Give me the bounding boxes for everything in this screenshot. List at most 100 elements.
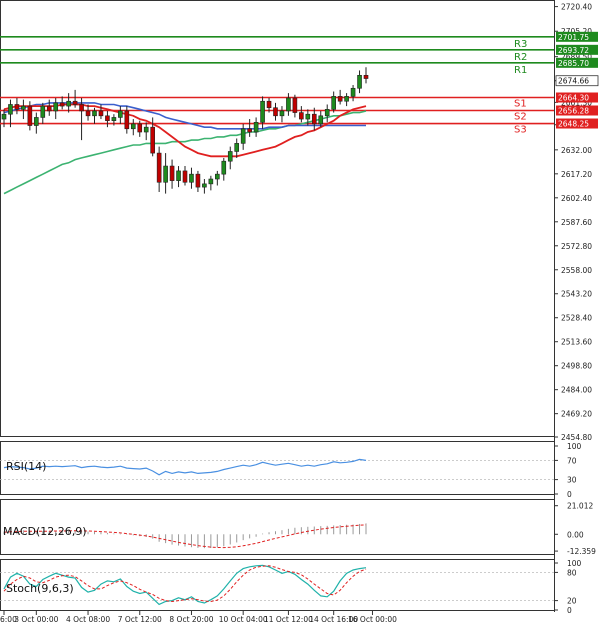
time-tick-label: 8 Oct 20:00 <box>169 615 213 624</box>
candle-body <box>111 117 117 121</box>
candle-body <box>221 160 227 175</box>
candle-body <box>85 110 91 117</box>
macd-label: MACD(12,26,9) <box>3 525 87 538</box>
rsi-tick-label: 100 <box>567 442 582 451</box>
rsi-tick-label: 70 <box>567 456 577 465</box>
price-tick-label: 2632.00 <box>561 146 592 155</box>
candle-body <box>363 75 369 79</box>
candle-body <box>169 165 175 181</box>
candle-body <box>156 152 162 183</box>
candle-body <box>182 170 188 183</box>
stoch-tick-label: 20 <box>567 597 577 606</box>
level-name-s1: S1 <box>514 99 527 110</box>
time-tick-label: 16 Oct 00:00 <box>348 615 397 624</box>
current-price-tag: 2674.66 <box>555 75 599 87</box>
level-price-label: 2701.75 <box>558 33 589 42</box>
price-tick-label: 2498.80 <box>561 362 592 371</box>
trading-chart: 2720.402705.202689.502674.662661.302647.… <box>0 0 600 628</box>
candle-body <box>253 121 259 133</box>
candle-body <box>299 112 304 120</box>
stoch-tick-label: 0 <box>567 606 572 615</box>
price-tick-label: 2720.40 <box>561 3 592 12</box>
stoch-label: Stoch(9,6,3) <box>6 582 74 595</box>
price-tick-label: 2572.80 <box>561 242 592 251</box>
candle-body <box>234 143 240 152</box>
candle-body <box>344 96 349 102</box>
candle-body <box>266 100 272 109</box>
level-price-label: 2664.30 <box>558 94 589 103</box>
candle-body <box>331 96 336 110</box>
price-tick-label: 2587.60 <box>561 218 592 227</box>
candle-body <box>137 123 143 133</box>
candle-body <box>14 104 20 110</box>
macd-tick-label: 21.012 <box>567 502 593 511</box>
macd-tick-label: -12.359 <box>567 547 596 556</box>
candle-body <box>240 128 246 144</box>
candle-body <box>292 97 298 113</box>
price-tick-label: 2617.20 <box>561 170 592 179</box>
candle-body <box>105 115 110 121</box>
candle-body <box>1 113 7 120</box>
level-price-label: 2656.28 <box>558 106 589 115</box>
candle-body <box>337 96 343 102</box>
candle-body <box>189 173 194 183</box>
candle-body <box>318 115 324 125</box>
candle-body <box>273 107 278 117</box>
candle-body <box>227 151 233 162</box>
candle-body <box>8 104 13 115</box>
stoch-tick-label: 80 <box>567 568 577 577</box>
candle-body <box>118 110 123 118</box>
macd-tick-label: 0.00 <box>567 530 584 539</box>
price-tick-label: 2484.00 <box>561 386 592 395</box>
level-price-label: 2693.72 <box>558 46 589 55</box>
level-name-s2: S2 <box>514 111 527 122</box>
candle-body <box>72 100 78 105</box>
candle-body <box>208 178 214 185</box>
candle-body <box>357 75 362 89</box>
candle-body <box>40 105 46 118</box>
candle-body <box>286 97 291 112</box>
price-tick-label: 2528.40 <box>561 314 592 323</box>
candle-body <box>324 109 330 117</box>
time-tick-label: 7 Oct 12:00 <box>118 615 162 624</box>
candle-body <box>59 102 65 107</box>
level-name-r2: R2 <box>514 52 527 63</box>
candle-body <box>98 110 104 117</box>
stoch-tick-label: 100 <box>567 559 582 568</box>
price-tick-label: 2454.80 <box>561 433 592 442</box>
candle-body <box>92 110 97 117</box>
candle-body <box>163 165 168 183</box>
candle-body <box>124 110 130 130</box>
candle-body <box>79 104 84 112</box>
time-tick-label: 10 Oct 04:00 <box>219 615 268 624</box>
level-name-r3: R3 <box>514 39 527 50</box>
level-name-r1: R1 <box>514 65 527 76</box>
price-tick-label: 2558.00 <box>561 266 592 275</box>
level-price-label: 2648.25 <box>558 120 589 129</box>
candle-body <box>350 87 356 97</box>
level-name-s3: S3 <box>514 125 527 136</box>
level-price-label: 2685.70 <box>558 59 589 68</box>
current-price-label: 2674.66 <box>558 77 589 86</box>
time-tick-label: 11 Oct 12:00 <box>264 615 313 624</box>
candle-body <box>247 128 252 133</box>
candle-body <box>279 110 285 117</box>
time-tick-label: 3 Oct 00:00 <box>14 615 58 624</box>
candle-body <box>66 100 71 107</box>
candle-body <box>305 113 311 120</box>
candle-body <box>150 126 155 154</box>
candle-body <box>143 126 149 133</box>
rsi-tick-label: 0 <box>567 490 572 499</box>
price-tick-label: 2543.20 <box>561 290 592 299</box>
candle-body <box>27 105 33 126</box>
candle-body <box>21 105 26 110</box>
candle-body <box>53 102 59 112</box>
candle-body <box>34 117 39 126</box>
candle-body <box>46 105 52 112</box>
chart-background <box>0 0 600 628</box>
price-tick-label: 2602.40 <box>561 194 592 203</box>
candle-body <box>195 173 201 188</box>
time-tick-label: 4 Oct 08:00 <box>66 615 110 624</box>
candle-body <box>260 100 265 123</box>
candle-body <box>176 170 181 181</box>
